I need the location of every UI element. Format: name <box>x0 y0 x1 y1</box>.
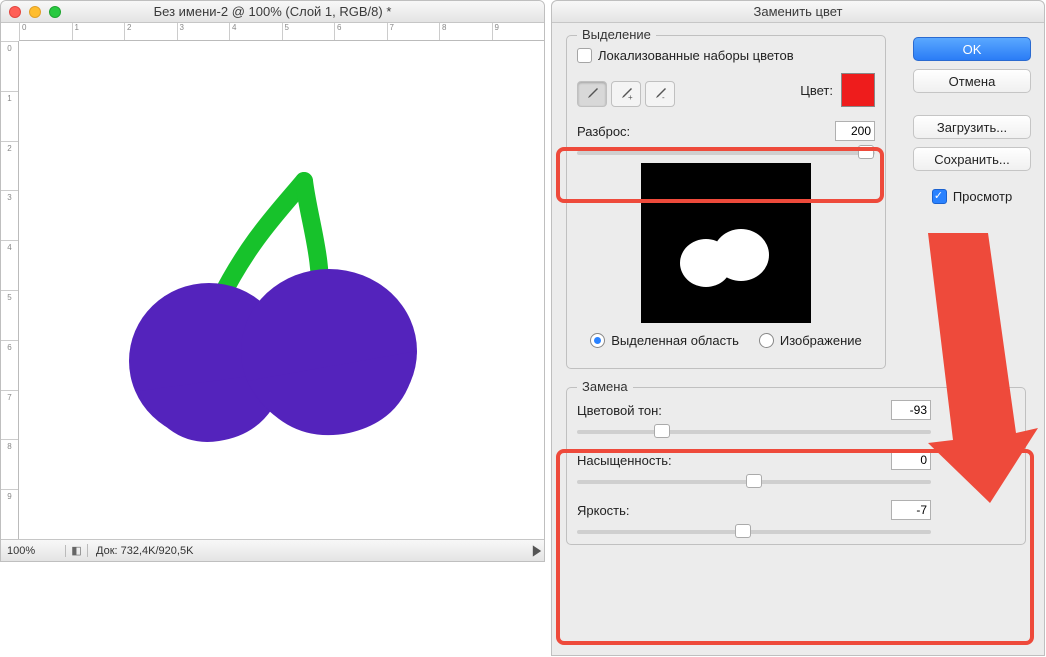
eyedropper-icon <box>584 86 600 102</box>
dialog-title: Заменить цвет <box>552 4 1044 19</box>
ruler-vertical[interactable]: 0123456789 <box>1 41 19 539</box>
radio-selected-area[interactable]: Выделенная область <box>590 333 739 348</box>
replace-legend: Замена <box>577 379 633 394</box>
eyedropper-plus-icon: + <box>618 86 634 102</box>
load-button[interactable]: Загрузить... <box>913 115 1031 139</box>
radio-icon <box>759 333 774 348</box>
dialog-titlebar[interactable]: Заменить цвет <box>552 1 1044 23</box>
replace-color-dialog: Заменить цвет Выделение Локализованные н… <box>551 0 1045 656</box>
preview-checkbox[interactable] <box>932 189 947 204</box>
selection-fieldset: Выделение Локализованные наборы цветов +… <box>566 35 886 369</box>
svg-text:-: - <box>662 93 665 102</box>
callout-arrow-icon <box>898 223 1038 503</box>
doc-title: Без имени-2 @ 100% (Слой 1, RGB/8) * <box>1 4 544 19</box>
lightness-label: Яркость: <box>577 503 630 518</box>
ok-button[interactable]: OK <box>913 37 1031 61</box>
fuzziness-label: Разброс: <box>577 124 630 139</box>
fuzziness-input[interactable]: 200 <box>835 121 875 141</box>
preview-checkbox-row[interactable]: Просмотр <box>932 189 1012 204</box>
doc-info: Док: 732,4K/920,5K <box>88 545 530 557</box>
lightness-input[interactable]: -7 <box>891 500 931 520</box>
cherry-artwork <box>19 41 539 539</box>
save-button[interactable]: Сохранить... <box>913 147 1031 171</box>
document-window: Без имени-2 @ 100% (Слой 1, RGB/8) * 012… <box>0 0 545 562</box>
saturation-label: Насыщенность: <box>577 453 672 468</box>
zoom-level[interactable]: 100% <box>1 545 66 557</box>
statusbar-icon[interactable]: ◧ <box>66 544 88 557</box>
eyedropper-button[interactable] <box>577 81 607 107</box>
hue-slider[interactable] <box>577 430 931 434</box>
radio-image[interactable]: Изображение <box>759 333 862 348</box>
lightness-slider[interactable] <box>577 530 931 534</box>
ruler-horizontal[interactable]: 0123456789 <box>19 23 544 41</box>
eyedropper-plus-button[interactable]: + <box>611 81 641 107</box>
canvas[interactable] <box>19 41 544 539</box>
fuzziness-slider[interactable] <box>577 151 875 155</box>
dialog-buttons: OK Отмена Загрузить... Сохранить... Прос… <box>912 37 1032 204</box>
localized-checkbox[interactable] <box>577 48 592 63</box>
chevron-right-icon[interactable] <box>530 544 544 558</box>
svg-text:+: + <box>628 93 633 102</box>
hue-label: Цветовой тон: <box>577 403 662 418</box>
eyedropper-minus-icon: - <box>652 86 668 102</box>
localized-label: Локализованные наборы цветов <box>598 48 794 63</box>
selection-legend: Выделение <box>577 27 656 42</box>
color-label: Цвет: <box>800 83 833 98</box>
eyedropper-minus-button[interactable]: - <box>645 81 675 107</box>
doc-titlebar[interactable]: Без имени-2 @ 100% (Слой 1, RGB/8) * <box>1 1 544 23</box>
statusbar: 100% ◧ Док: 732,4K/920,5K <box>1 539 544 561</box>
saturation-slider[interactable] <box>577 480 931 484</box>
source-color-swatch[interactable] <box>841 73 875 107</box>
radio-icon <box>590 333 605 348</box>
cancel-button[interactable]: Отмена <box>913 69 1031 93</box>
selection-preview <box>641 163 811 323</box>
